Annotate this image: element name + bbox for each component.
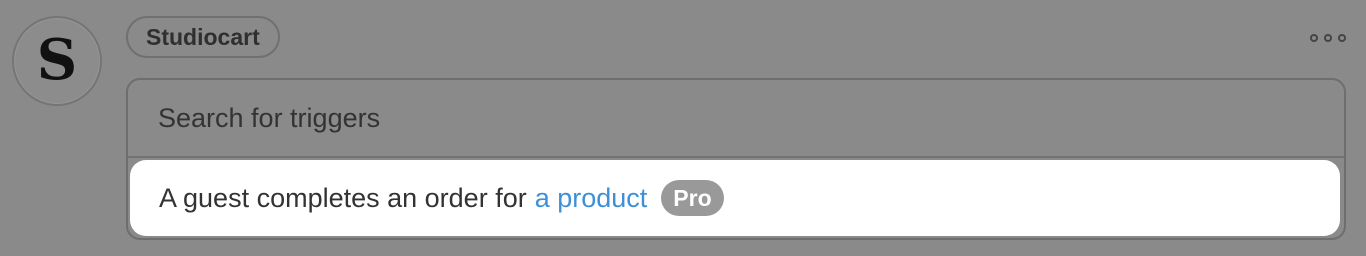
trigger-search-input[interactable] xyxy=(128,80,1344,158)
dot-icon xyxy=(1324,34,1332,42)
trigger-option-link[interactable]: a product xyxy=(535,183,648,214)
more-dots-icon[interactable] xyxy=(1310,30,1346,46)
trigger-selector: S Studiocart A guest completes an order … xyxy=(0,0,1366,256)
dot-icon xyxy=(1338,34,1346,42)
app-name-chip[interactable]: Studiocart xyxy=(126,16,280,58)
pro-badge: Pro xyxy=(661,180,724,216)
trigger-option[interactable]: A guest completes an order for a product… xyxy=(130,160,1340,236)
trigger-option-text: A guest completes an order for xyxy=(159,182,527,213)
app-avatar: S xyxy=(12,16,102,106)
dot-icon xyxy=(1310,34,1318,42)
app-avatar-letter: S xyxy=(36,27,78,93)
